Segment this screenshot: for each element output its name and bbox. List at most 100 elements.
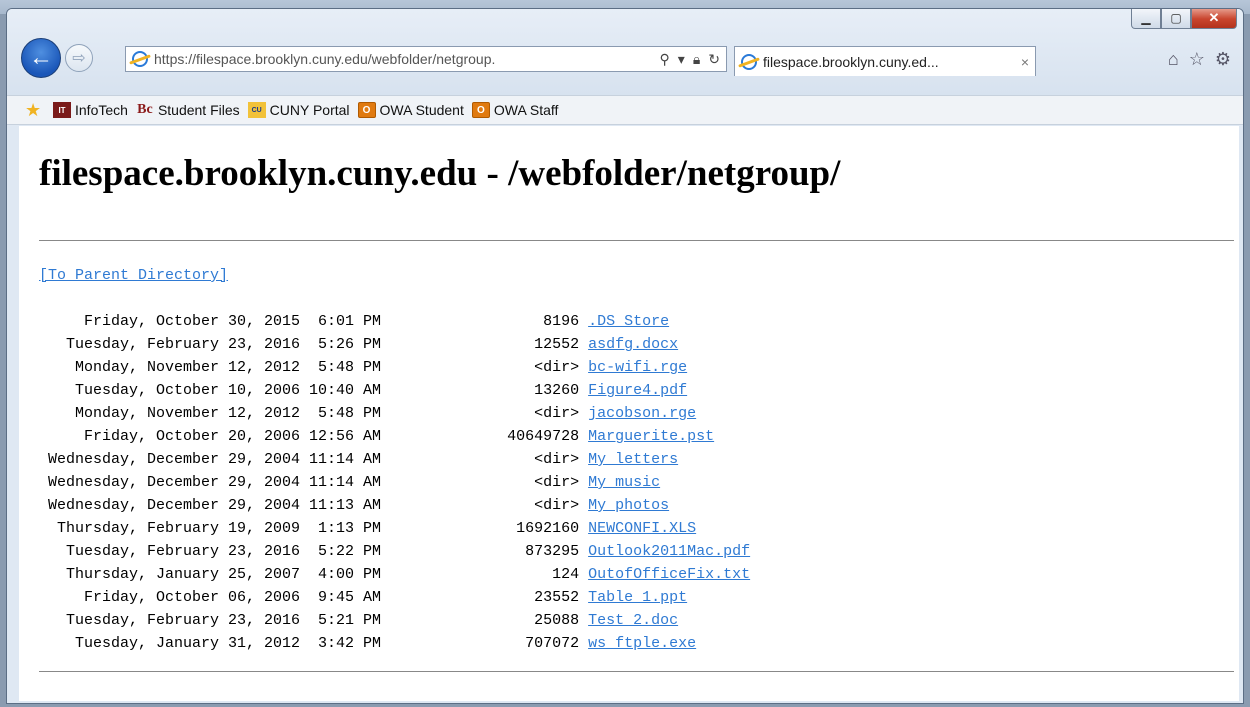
lock-icon[interactable]: 🔒︎ (693, 51, 700, 68)
file-link[interactable]: ws ftple.exe (588, 635, 696, 652)
refresh-icon[interactable]: ↻ (708, 51, 720, 68)
file-link[interactable]: asdfg.docx (588, 336, 678, 353)
url-text[interactable]: https://filespace.brooklyn.cuny.edu/webf… (154, 51, 654, 67)
file-date: Friday, October 20, 2006 12:56 AM (83, 428, 382, 445)
favorite-owa-staff[interactable]: O OWA Staff (471, 102, 559, 118)
list-item: Tuesday, February 23, 2016 5:22 PM 873295… (39, 540, 750, 563)
favorite-infotech[interactable]: IT InfoTech (53, 102, 128, 118)
file-date: Tuesday, February 23, 2016 5:22 PM (65, 543, 382, 560)
favorite-owa-student[interactable]: O OWA Student (357, 102, 464, 118)
favorite-student-files[interactable]: Bc Student Files (136, 102, 240, 118)
list-item: Thursday, January 25, 2007 4:00 PM 124 Ou… (39, 563, 750, 586)
search-icon[interactable]: ⚲ (660, 51, 670, 68)
file-size: <dir> (534, 474, 580, 491)
list-item: Tuesday, October 10, 2006 10:40 AM 13260 … (39, 379, 750, 402)
file-link[interactable]: My photos (588, 497, 669, 514)
browser-window: ▁ ▢ ✕ ← ⇨ https://filespace.brooklyn.cun… (6, 8, 1244, 704)
forward-arrow-icon: ⇨ (72, 50, 86, 67)
file-link[interactable]: jacobson.rge (588, 405, 696, 422)
file-link[interactable]: OutofOfficeFix.txt (588, 566, 750, 583)
favorite-label: Student Files (157, 102, 240, 118)
list-item: Monday, November 12, 2012 5:48 PM <dir> j… (39, 402, 750, 425)
list-item: Friday, October 06, 2006 9:45 AM 23552 Ta… (39, 586, 750, 609)
file-link[interactable]: Marguerite.pst (588, 428, 714, 445)
file-date: Monday, November 12, 2012 5:48 PM (74, 359, 382, 376)
back-button[interactable]: ← (21, 38, 61, 78)
minimize-button[interactable]: ▁ (1131, 9, 1161, 29)
gear-icon[interactable]: ⚙ (1215, 49, 1231, 70)
file-link[interactable]: NEWCONFI.XLS (588, 520, 696, 537)
file-size: 707072 (525, 635, 580, 652)
owa-icon: O (471, 102, 490, 118)
file-size: 1692160 (516, 520, 580, 537)
file-date: Wednesday, December 29, 2004 11:14 AM (47, 474, 382, 491)
list-item: Tuesday, February 23, 2016 5:21 PM 25088 … (39, 609, 750, 632)
file-size: <dir> (534, 451, 580, 468)
browser-right-icons: ⌂ ☆ ⚙ (1168, 49, 1231, 70)
file-size: 12552 (534, 336, 580, 353)
file-link[interactable]: My music (588, 474, 660, 491)
divider (39, 240, 1234, 241)
close-window-button[interactable]: ✕ (1191, 9, 1237, 29)
list-item: Tuesday, January 31, 2012 3:42 PM 707072 … (39, 632, 750, 655)
file-link[interactable]: Table 1.ppt (588, 589, 687, 606)
ie-page-icon (132, 51, 148, 67)
favorite-label: CUNY Portal (269, 102, 350, 118)
address-bar[interactable]: https://filespace.brooklyn.cuny.edu/webf… (125, 46, 727, 72)
maximize-button[interactable]: ▢ (1161, 9, 1191, 29)
tab-close-icon[interactable]: × (1015, 54, 1035, 70)
file-date: Tuesday, February 23, 2016 5:26 PM (65, 336, 382, 353)
file-size: 124 (552, 566, 580, 583)
tab-ie-icon (741, 53, 757, 70)
file-link[interactable]: Figure4.pdf (588, 382, 687, 399)
favorite-cuny-portal[interactable]: CU CUNY Portal (247, 102, 350, 118)
owa-icon: O (357, 102, 376, 118)
add-favorites-icon[interactable]: ★ (25, 101, 43, 119)
list-item: Friday, October 30, 2015 6:01 PM 8196 .DS… (39, 310, 750, 333)
home-icon[interactable]: ⌂ (1168, 49, 1179, 70)
page-content: filespace.brooklyn.cuny.edu - /webfolder… (19, 126, 1239, 701)
favorite-label: OWA Student (379, 102, 464, 118)
file-date: Thursday, February 19, 2009 1:13 PM (56, 520, 382, 537)
file-size: 40649728 (507, 428, 580, 445)
back-arrow-icon: ← (29, 44, 53, 71)
close-icon: ✕ (1208, 10, 1220, 25)
directory-listing: Friday, October 30, 2015 6:01 PM 8196 .DS… (39, 310, 750, 655)
file-link[interactable]: Test 2.doc (588, 612, 678, 629)
infotech-icon: IT (53, 102, 71, 118)
favorites-bar: ★ IT InfoTech Bc Student Files CU CUNY P… (7, 95, 1243, 125)
list-item: Wednesday, December 29, 2004 11:14 AM <di… (39, 448, 750, 471)
favorite-label: OWA Staff (493, 102, 559, 118)
file-date: Tuesday, October 10, 2006 10:40 AM (74, 382, 382, 399)
forward-button[interactable]: ⇨ (65, 44, 93, 72)
file-link[interactable]: bc-wifi.rge (588, 359, 687, 376)
minimize-icon: ▁ (1141, 11, 1151, 25)
page-title: filespace.brooklyn.cuny.edu - /webfolder… (39, 153, 841, 194)
file-date: Friday, October 30, 2015 6:01 PM (83, 313, 382, 330)
file-size: 13260 (534, 382, 580, 399)
file-size: <dir> (534, 497, 580, 514)
parent-directory-link[interactable]: [To Parent Directory] (39, 267, 228, 284)
file-date: Tuesday, February 23, 2016 5:21 PM (65, 612, 382, 629)
file-date: Thursday, January 25, 2007 4:00 PM (65, 566, 382, 583)
dropdown-icon[interactable]: ▾ (678, 51, 685, 68)
file-date: Monday, November 12, 2012 5:48 PM (74, 405, 382, 422)
list-item: Friday, October 20, 2006 12:56 AM 4064972… (39, 425, 750, 448)
file-link[interactable]: My letters (588, 451, 678, 468)
divider (39, 671, 1234, 672)
address-bar-tools: ⚲ ▾ 🔒︎ ↻ (654, 51, 726, 68)
favorites-star-icon[interactable]: ☆ (1189, 49, 1205, 70)
file-size: <dir> (534, 405, 580, 422)
file-size: 873295 (525, 543, 580, 560)
tab-title: filespace.brooklyn.cuny.ed... (763, 53, 939, 70)
file-size: 25088 (534, 612, 580, 629)
maximize-icon: ▢ (1170, 11, 1182, 25)
file-link[interactable]: .DS Store (588, 313, 669, 330)
tab-active[interactable]: filespace.brooklyn.cuny.ed... × (734, 46, 1036, 76)
file-date: Wednesday, December 29, 2004 11:14 AM (47, 451, 382, 468)
list-item: Wednesday, December 29, 2004 11:13 AM <di… (39, 494, 750, 517)
file-link[interactable]: Outlook2011Mac.pdf (588, 543, 750, 560)
cuny-icon: CU (247, 102, 266, 118)
file-date: Wednesday, December 29, 2004 11:13 AM (47, 497, 382, 514)
bc-icon: Bc (137, 102, 153, 117)
